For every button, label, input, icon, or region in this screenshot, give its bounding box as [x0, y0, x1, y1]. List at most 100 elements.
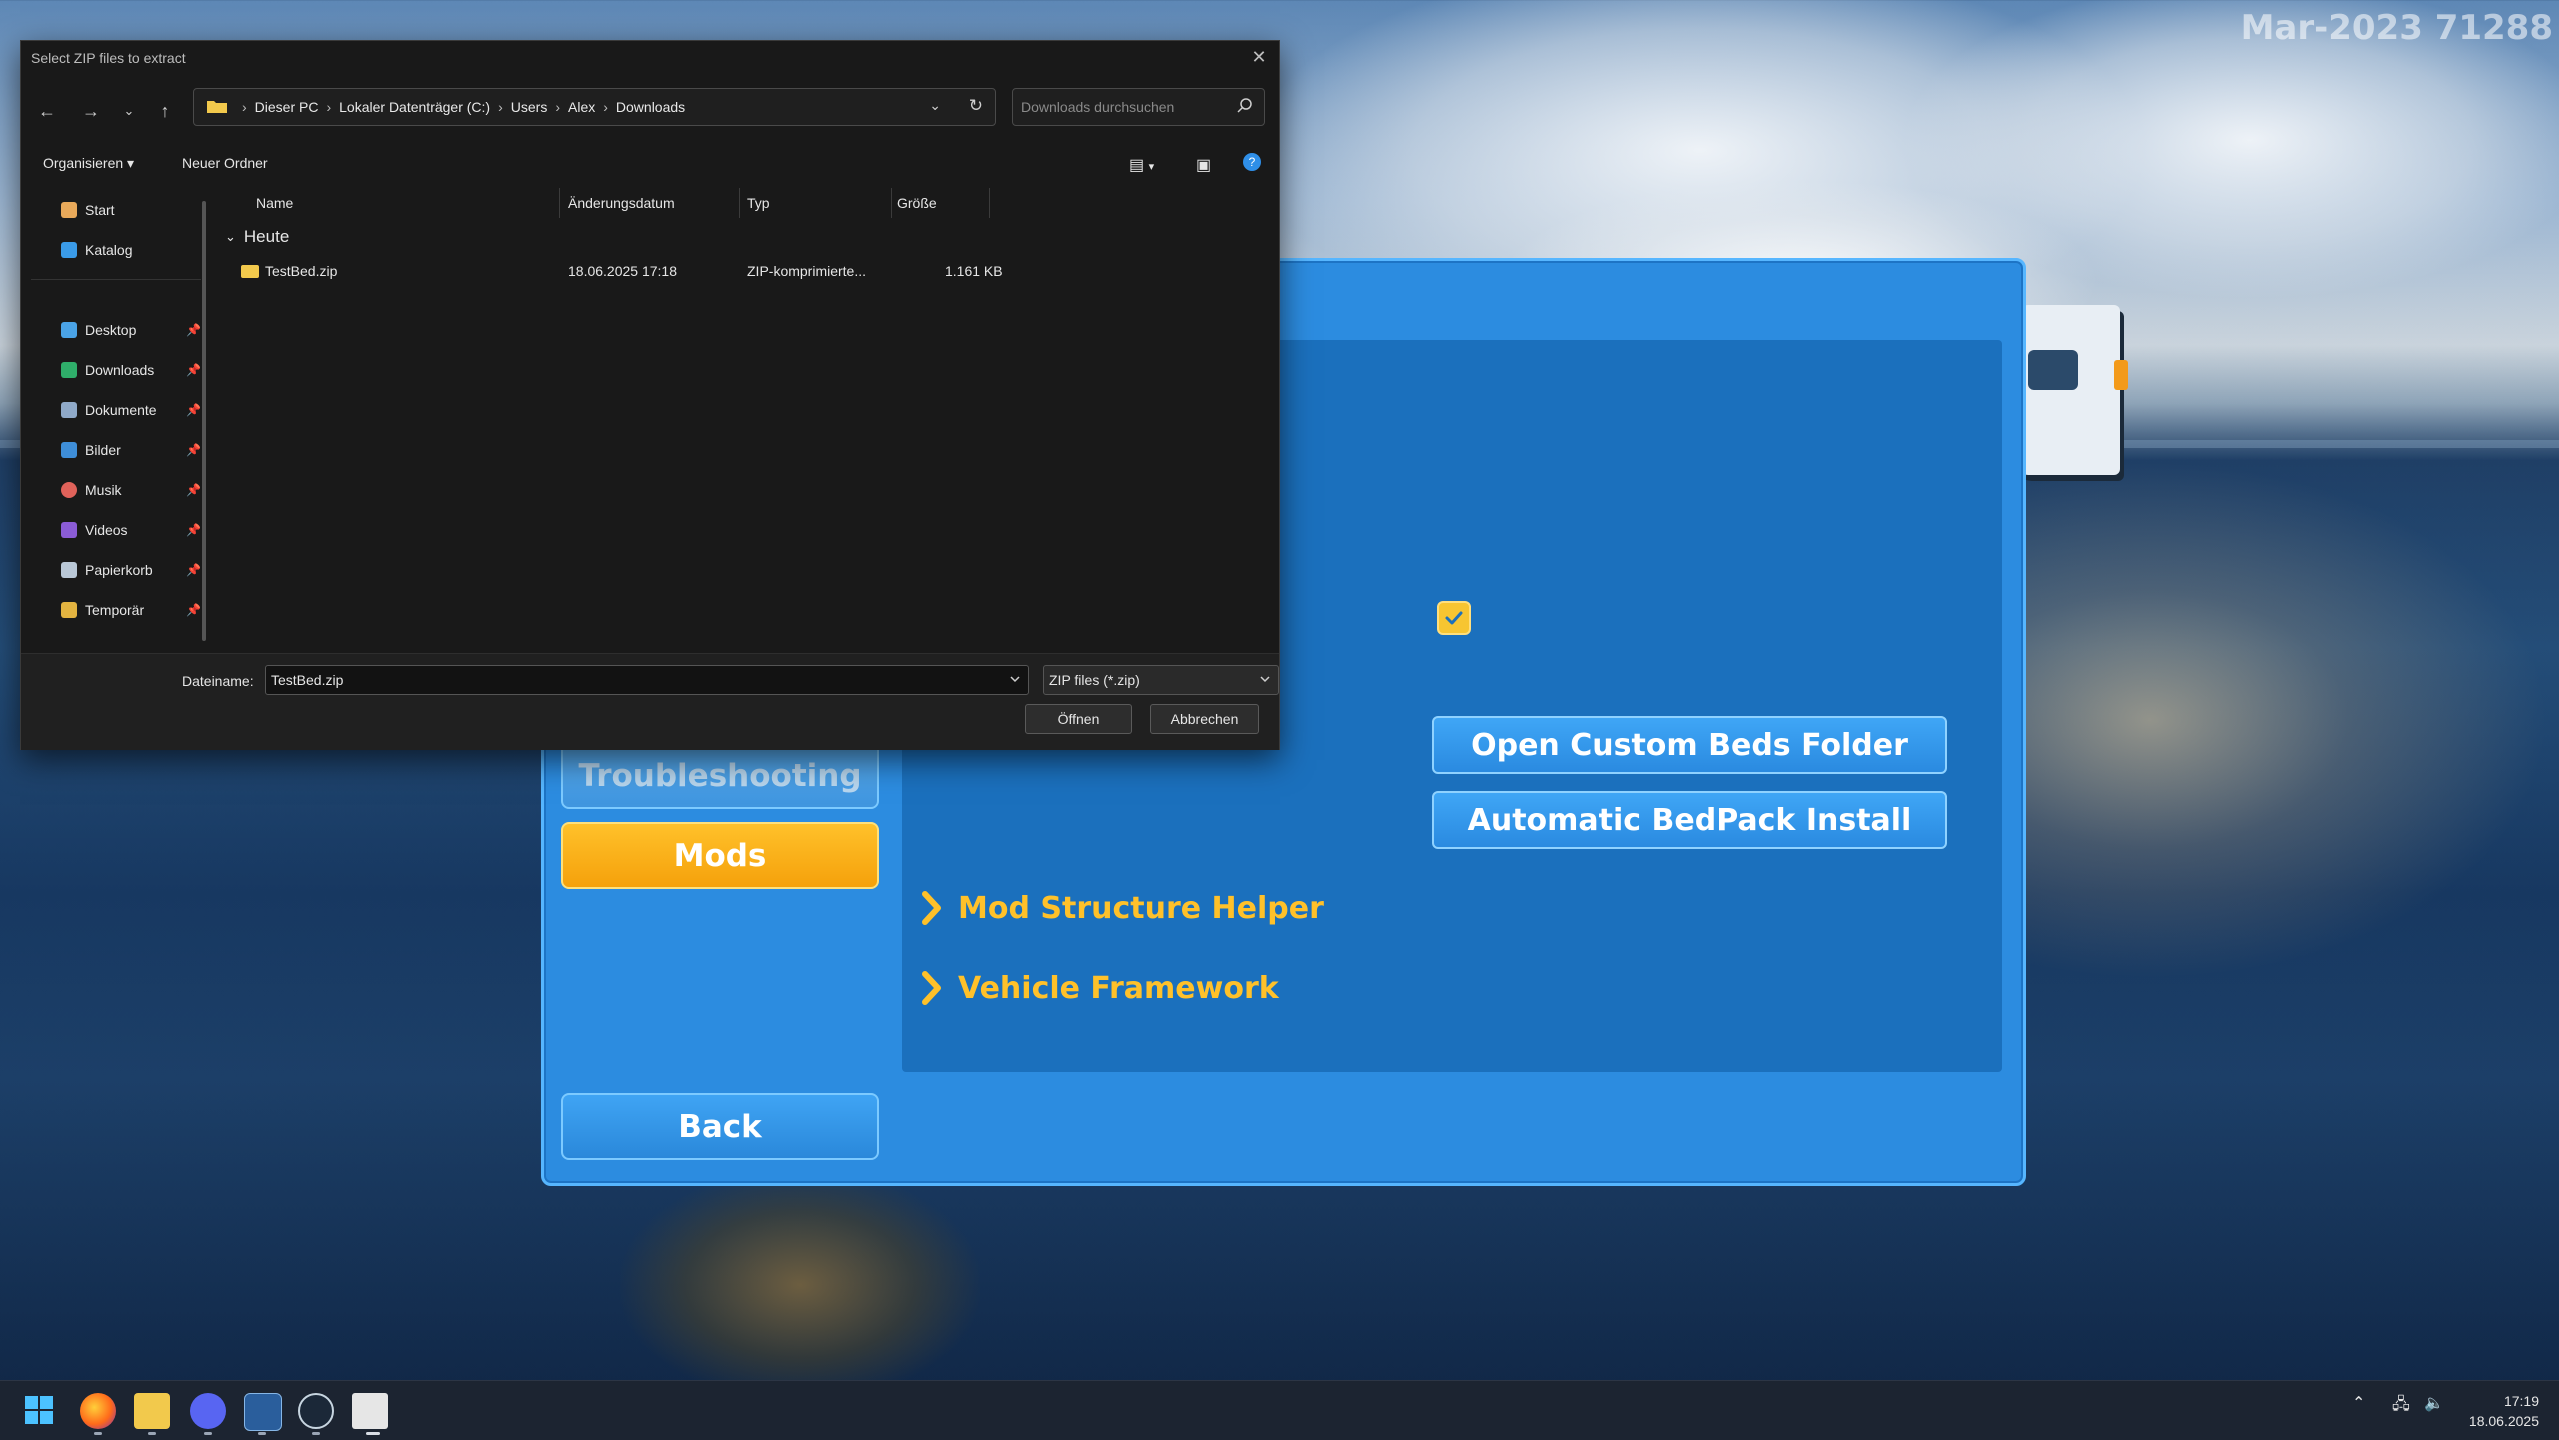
automatic-bedpack-install-button[interactable]: Automatic BedPack Install — [1432, 791, 1947, 849]
steam-icon[interactable] — [298, 1393, 334, 1429]
refresh-icon[interactable]: ↻ — [969, 96, 983, 116]
truck-prop — [2010, 305, 2128, 475]
nav-item-downloads[interactable]: Downloads 📌 — [61, 357, 201, 383]
breadcrumb-item[interactable]: Users — [511, 99, 548, 115]
game-app-icon[interactable] — [244, 1393, 282, 1431]
pin-icon: 📌 — [186, 523, 201, 537]
running-indicator — [312, 1432, 320, 1435]
chevron-down-icon[interactable]: ⌄ — [929, 97, 941, 114]
editor-app-icon[interactable] — [352, 1393, 388, 1429]
filename-label: Dateiname: — [182, 673, 254, 689]
music-icon — [61, 482, 77, 498]
taskbar: ⌃ 🖧 🔈 17:19 18.06.2025 — [0, 1380, 2559, 1440]
mod-option-checkbox[interactable] — [1437, 601, 1471, 635]
nav-item-desktop[interactable]: Desktop 📌 — [61, 317, 201, 343]
network-icon[interactable]: 🖧 — [2392, 1393, 2410, 1420]
column-divider[interactable] — [989, 188, 990, 218]
cancel-button[interactable]: Abbrechen — [1150, 704, 1259, 734]
chevron-right-icon: › — [555, 99, 560, 115]
pin-icon: 📌 — [186, 483, 201, 497]
address-bar[interactable]: › Dieser PC › Lokaler Datenträger (C:) ›… — [193, 88, 996, 126]
column-divider[interactable] — [559, 188, 560, 218]
nav-item-musik[interactable]: Musik 📌 — [61, 477, 201, 503]
discord-icon[interactable] — [190, 1393, 226, 1429]
folder-icon — [207, 101, 227, 113]
download-icon — [61, 362, 77, 378]
caret-down-icon: ▾ — [127, 155, 135, 171]
chevron-up-icon[interactable]: ⌃ — [2352, 1393, 2365, 1412]
nav-item-videos[interactable]: Videos 📌 — [61, 517, 201, 543]
help-icon[interactable]: ? — [1243, 153, 1261, 171]
troubleshooting-tab[interactable]: Troubleshooting — [561, 742, 879, 809]
windows-start-icon[interactable] — [24, 1395, 54, 1425]
filename-input[interactable]: TestBed.zip — [265, 665, 1029, 695]
nav-item-bilder[interactable]: Bilder 📌 — [61, 437, 201, 463]
sand-shoal — [620, 1170, 980, 1400]
nav-item-papierkorb[interactable]: Papierkorb 📌 — [61, 557, 201, 583]
file-date: 18.06.2025 17:18 — [568, 263, 677, 279]
breadcrumb-item[interactable]: Downloads — [616, 99, 685, 115]
group-header[interactable]: ⌄ Heute — [225, 227, 289, 247]
nav-item-temporaer[interactable]: Temporär 📌 — [61, 597, 201, 623]
view-options-icon[interactable]: ▤ ▾ — [1129, 155, 1154, 175]
breadcrumb-item[interactable]: Alex — [568, 99, 595, 115]
chevron-right-icon — [922, 971, 941, 1005]
pin-icon: 📌 — [186, 323, 201, 337]
document-icon — [61, 402, 77, 418]
gallery-icon — [61, 242, 77, 258]
recent-dropdown-icon[interactable]: ⌄ — [117, 99, 141, 123]
column-header-date[interactable]: Änderungsdatum — [568, 195, 675, 211]
link-label: Vehicle Framework — [958, 970, 1279, 1006]
open-button[interactable]: Öffnen — [1025, 704, 1132, 734]
file-type: ZIP-komprimierte... — [747, 263, 867, 279]
speaker-icon[interactable]: 🔈 — [2424, 1393, 2444, 1412]
home-icon — [61, 202, 77, 218]
file-explorer-icon[interactable] — [134, 1393, 170, 1429]
open-custom-beds-folder-button[interactable]: Open Custom Beds Folder — [1432, 716, 1947, 774]
new-folder-button[interactable]: Neuer Ordner — [182, 155, 268, 171]
breadcrumb-item[interactable]: Lokaler Datenträger (C:) — [339, 99, 490, 115]
pictures-icon — [61, 442, 77, 458]
navigation-pane: Start Katalog Desktop 📌 Downloads 📌 Dokume… — [21, 183, 207, 653]
pin-icon: 📌 — [186, 443, 201, 457]
folder-icon — [61, 602, 77, 618]
column-header-type[interactable]: Typ — [747, 195, 770, 211]
breadcrumb-item[interactable]: Dieser PC — [255, 99, 319, 115]
column-divider[interactable] — [891, 188, 892, 218]
running-indicator — [148, 1432, 156, 1435]
nav-scrollbar[interactable] — [202, 201, 206, 641]
file-list: Name Änderungsdatum Typ Größe ⌄ Heute Te… — [217, 183, 1277, 653]
clock-time: 17:19 — [2503, 1393, 2539, 1409]
nav-item-start[interactable]: Start — [61, 197, 201, 223]
running-indicator — [204, 1432, 212, 1435]
column-header-name[interactable]: Name — [256, 195, 293, 211]
command-bar: Organisieren ▾ Neuer Ordner ▤ ▾ ▣ ? — [21, 147, 1279, 183]
vehicle-framework-link[interactable]: Vehicle Framework — [920, 970, 1279, 1006]
preview-pane-icon[interactable]: ▣ — [1196, 155, 1211, 175]
up-arrow-icon[interactable]: ↑ — [153, 99, 177, 123]
filename-value: TestBed.zip — [271, 672, 344, 688]
forward-arrow-icon[interactable]: → — [79, 99, 103, 123]
file-name: TestBed.zip — [265, 263, 338, 279]
search-icon — [1237, 98, 1252, 113]
clock[interactable]: 17:19 18.06.2025 — [2469, 1391, 2539, 1431]
column-header-size[interactable]: Größe — [897, 195, 937, 211]
chevron-down-icon[interactable] — [1008, 672, 1022, 686]
column-divider[interactable] — [739, 188, 740, 218]
chevron-right-icon: › — [498, 99, 503, 115]
firefox-icon[interactable] — [80, 1393, 116, 1429]
search-box[interactable]: Downloads durchsuchen — [1012, 88, 1265, 126]
back-arrow-icon[interactable]: ← — [35, 99, 59, 123]
file-row[interactable]: TestBed.zip 18.06.2025 17:18 ZIP-komprim… — [217, 259, 1217, 285]
mods-tab[interactable]: Mods — [561, 822, 879, 889]
organize-menu[interactable]: Organisieren ▾ — [43, 155, 134, 172]
nav-item-dokumente[interactable]: Dokumente 📌 — [61, 397, 201, 423]
pin-icon: 📌 — [186, 403, 201, 417]
back-button[interactable]: Back — [561, 1093, 879, 1160]
close-icon[interactable]: ✕ — [1247, 45, 1271, 69]
nav-item-katalog[interactable]: Katalog — [61, 237, 201, 263]
pin-icon: 📌 — [186, 563, 201, 577]
dialog-footer: Dateiname: TestBed.zip ZIP files (*.zip)… — [21, 653, 1279, 750]
mod-structure-helper-link[interactable]: Mod Structure Helper — [920, 890, 1324, 926]
filetype-select[interactable]: ZIP files (*.zip) — [1043, 665, 1279, 695]
